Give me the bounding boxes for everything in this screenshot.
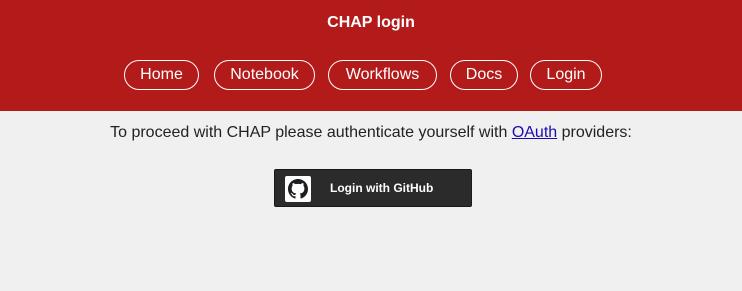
nav-bar: Home Notebook Workflows Docs Login	[0, 60, 742, 90]
auth-instructions: To proceed with CHAP please authenticate…	[0, 123, 742, 143]
login-with-github-label: Login with GitHub	[330, 181, 434, 195]
nav-workflows-button[interactable]: Workflows	[328, 60, 437, 90]
nav-home-button[interactable]: Home	[124, 60, 199, 90]
login-with-github-button[interactable]: Login with GitHub	[274, 169, 472, 207]
auth-instructions-text-before: To proceed with CHAP please authenticate…	[110, 124, 512, 141]
header-bar: CHAP login Home Notebook Workflows Docs …	[0, 0, 742, 111]
oauth-link[interactable]: OAuth	[512, 124, 557, 141]
auth-instructions-text-after: providers:	[557, 124, 632, 141]
nav-notebook-button[interactable]: Notebook	[214, 60, 315, 90]
nav-docs-button[interactable]: Docs	[450, 60, 518, 90]
page-title: CHAP login	[327, 14, 415, 31]
nav-login-button[interactable]: Login	[530, 60, 602, 90]
github-icon	[285, 176, 311, 202]
